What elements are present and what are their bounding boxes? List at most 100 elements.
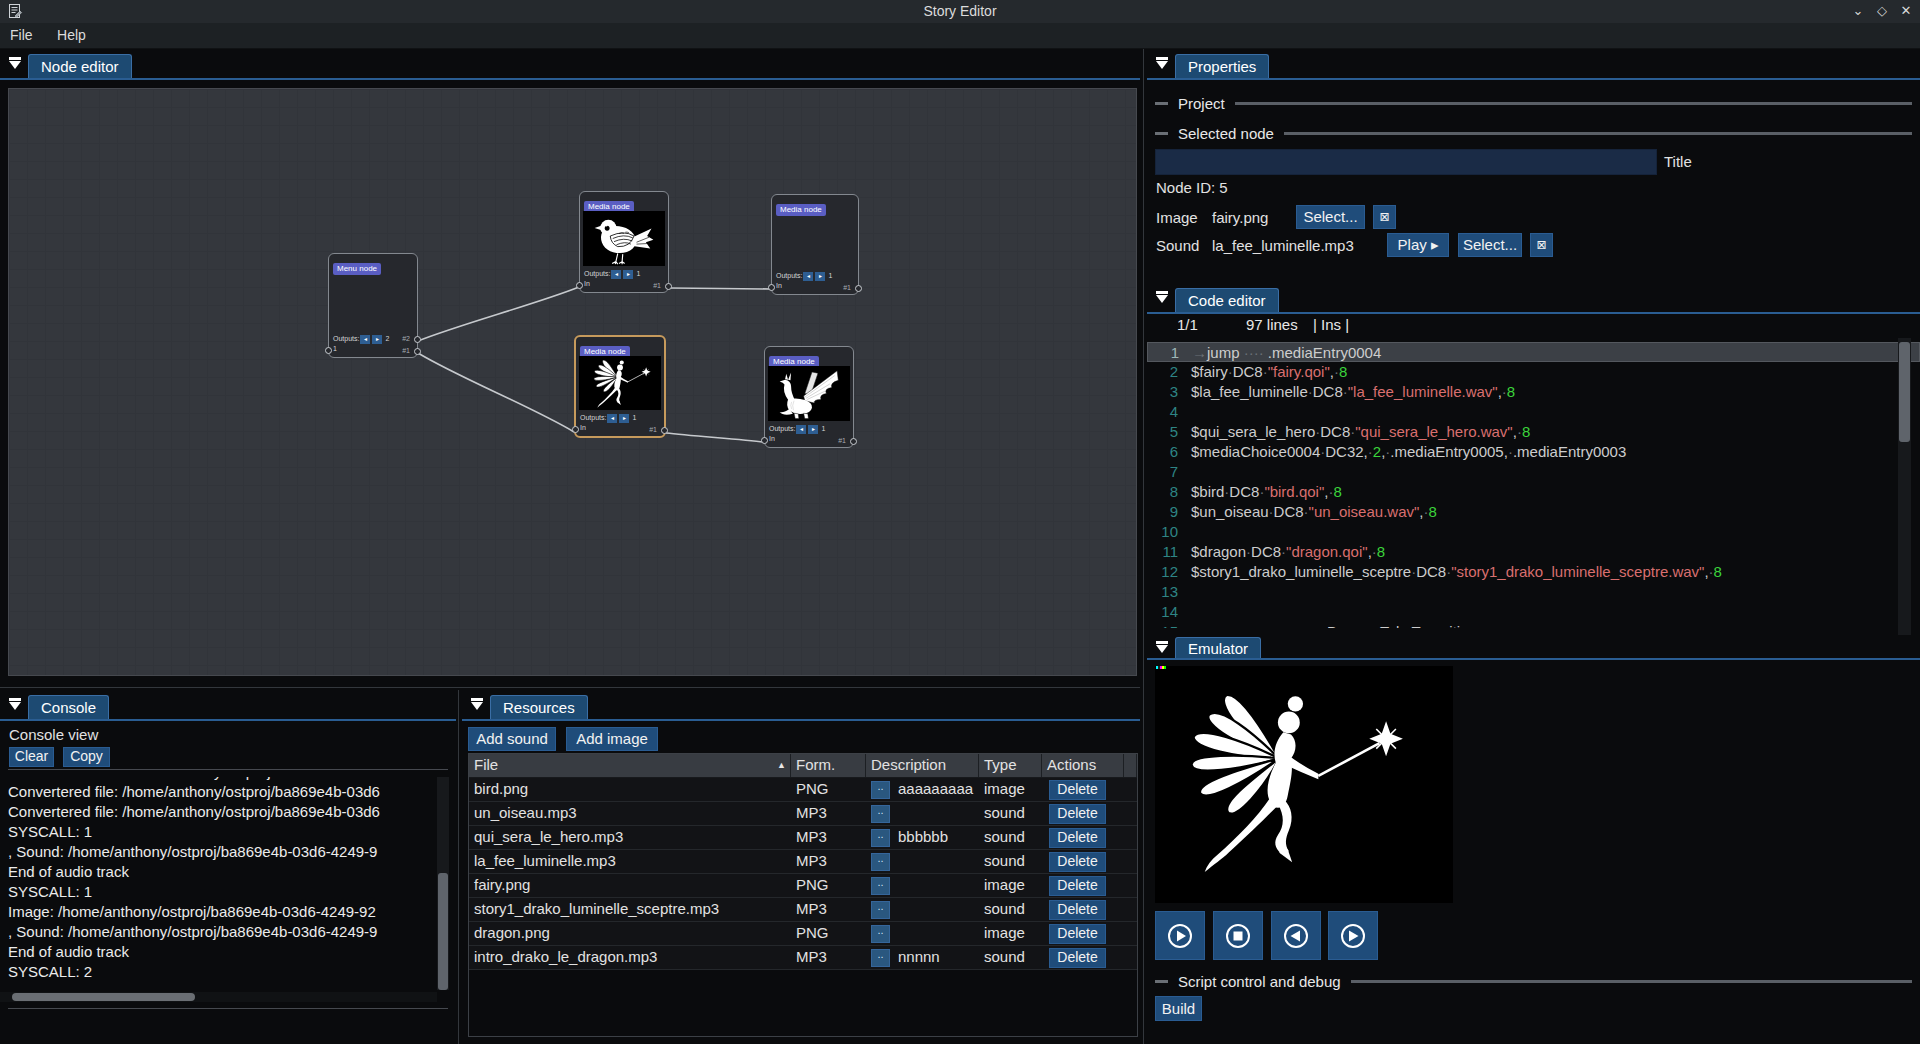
- edit-description-button[interactable]: ..: [871, 781, 890, 799]
- input-pin[interactable]: [768, 284, 775, 291]
- delete-button[interactable]: Delete: [1049, 852, 1106, 872]
- header-actions[interactable]: Actions: [1042, 754, 1124, 777]
- input-pin[interactable]: [325, 347, 332, 354]
- collapse-panel-icon[interactable]: [469, 697, 485, 713]
- media-node[interactable]: Media nodeOutputs:◂▸ 1In#1: [579, 191, 669, 293]
- edit-description-button[interactable]: ..: [871, 949, 890, 967]
- code-line[interactable]: 3$la_fee_luminelle·DC8·"la_fee_luminelle…: [1147, 382, 1920, 402]
- delete-button[interactable]: Delete: [1049, 900, 1106, 920]
- decrease-outputs-button[interactable]: ◂: [796, 425, 806, 434]
- output-pin[interactable]: [665, 283, 672, 290]
- increase-outputs-button[interactable]: ▸: [808, 425, 818, 434]
- image-select-button[interactable]: Select...: [1296, 205, 1365, 229]
- table-row[interactable]: la_fee_luminelle.mp3MP3..soundDelete: [469, 850, 1137, 874]
- copy-button[interactable]: Copy: [63, 747, 110, 767]
- step-forward-button[interactable]: [1328, 911, 1378, 960]
- code-line[interactable]: 14: [1147, 602, 1920, 622]
- tab-resources[interactable]: Resources: [490, 695, 588, 721]
- console-vscrollbar[interactable]: [437, 777, 449, 990]
- increase-outputs-button[interactable]: ▸: [623, 270, 633, 279]
- clear-button[interactable]: Clear: [9, 747, 54, 767]
- play-button[interactable]: [1155, 911, 1205, 960]
- input-pin[interactable]: [576, 282, 583, 289]
- sound-select-button[interactable]: Select...: [1458, 233, 1522, 257]
- code-line[interactable]: 1→jump ···· .mediaEntry0004: [1147, 342, 1920, 362]
- output-pin[interactable]: [414, 336, 421, 343]
- close-button[interactable]: ✕: [1896, 1, 1916, 21]
- decrease-outputs-button[interactable]: ◂: [803, 272, 813, 281]
- minimize-button[interactable]: ⌄: [1848, 1, 1868, 21]
- decrease-outputs-button[interactable]: ◂: [607, 414, 617, 423]
- collapse-panel-icon[interactable]: [7, 56, 23, 72]
- table-row[interactable]: story1_drako_luminelle_sceptre.mp3MP3..s…: [469, 898, 1137, 922]
- increase-outputs-button[interactable]: ▸: [815, 272, 825, 281]
- header-type[interactable]: Type: [979, 754, 1042, 777]
- edit-description-button[interactable]: ..: [871, 877, 890, 895]
- media-node[interactable]: Media nodeOutputs:◂▸ 1In#1: [574, 335, 666, 438]
- output-pin[interactable]: [855, 285, 862, 292]
- header-file[interactable]: File▲: [469, 754, 791, 777]
- sound-clear-button[interactable]: ⊠: [1530, 233, 1553, 257]
- table-row[interactable]: fairy.pngPNG..imageDelete: [469, 874, 1137, 898]
- increase-outputs-button[interactable]: ▸: [619, 414, 629, 423]
- code-scrollbar[interactable]: [1898, 338, 1911, 635]
- edit-description-button[interactable]: ..: [871, 853, 890, 871]
- add-sound-button[interactable]: Add sound: [468, 727, 556, 751]
- image-clear-button[interactable]: ⊠: [1373, 205, 1396, 229]
- title-input[interactable]: [1155, 149, 1657, 175]
- output-pin[interactable]: [414, 348, 421, 355]
- header-description[interactable]: Description: [866, 754, 979, 777]
- table-row[interactable]: bird.pngPNG..aaaaaaaaaimageDelete: [469, 778, 1137, 802]
- tab-code-editor[interactable]: Code editor: [1175, 288, 1279, 314]
- console-hscrollbar[interactable]: [0, 992, 437, 1002]
- code-line[interactable]: 13: [1147, 582, 1920, 602]
- table-row[interactable]: dragon.pngPNG..imageDelete: [469, 922, 1137, 946]
- tab-emulator[interactable]: Emulator: [1175, 637, 1261, 660]
- code-line[interactable]: 4: [1147, 402, 1920, 422]
- output-pin[interactable]: [850, 438, 857, 445]
- code-line[interactable]: 2$fairy·DC8·"fairy.qoi",·8: [1147, 362, 1920, 382]
- code-line[interactable]: 12$story1_drako_luminelle_sceptre·DC8·"s…: [1147, 562, 1920, 582]
- collapse-panel-icon[interactable]: [7, 697, 23, 713]
- delete-button[interactable]: Delete: [1049, 924, 1106, 944]
- code-line[interactable]: 15Dragon Tale Transition: [1147, 622, 1920, 628]
- collapse-panel-icon[interactable]: [1154, 640, 1170, 656]
- console-log[interactable]: Convertered file: /home/anthony/ostproj/…: [8, 777, 434, 990]
- delete-button[interactable]: Delete: [1049, 780, 1106, 800]
- delete-button[interactable]: Delete: [1049, 804, 1106, 824]
- collapse-panel-icon[interactable]: [1154, 56, 1170, 72]
- output-pin[interactable]: [661, 427, 668, 434]
- menu-help[interactable]: Help: [47, 23, 96, 47]
- menu-node[interactable]: Menu nodeOutputs:◂▸ 21#1#2: [328, 253, 418, 358]
- code-line[interactable]: 10: [1147, 522, 1920, 542]
- delete-button[interactable]: Delete: [1049, 948, 1106, 968]
- media-node[interactable]: Media nodeOutputs:◂▸ 1In#1: [771, 194, 859, 295]
- sound-play-button[interactable]: Play ▸: [1387, 233, 1449, 257]
- tab-node-editor[interactable]: Node editor: [28, 54, 132, 80]
- table-row[interactable]: intro_drako_le_dragon.mp3MP3..nnnnnsound…: [469, 946, 1137, 970]
- delete-button[interactable]: Delete: [1049, 828, 1106, 848]
- input-pin[interactable]: [761, 437, 768, 444]
- table-row[interactable]: qui_sera_le_hero.mp3MP3..bbbbbbsoundDele…: [469, 826, 1137, 850]
- delete-button[interactable]: Delete: [1049, 876, 1106, 896]
- edit-description-button[interactable]: ..: [871, 901, 890, 919]
- decrease-outputs-button[interactable]: ◂: [611, 270, 621, 279]
- menu-file[interactable]: File: [0, 23, 43, 47]
- code-scrollbar-thumb[interactable]: [1899, 342, 1910, 442]
- header-form[interactable]: Form.: [791, 754, 866, 777]
- code-line[interactable]: 5$qui_sera_le_hero·DC8·"qui_sera_le_hero…: [1147, 422, 1920, 442]
- collapse-panel-icon[interactable]: [1154, 290, 1170, 306]
- table-row[interactable]: un_oiseau.mp3MP3..soundDelete: [469, 802, 1137, 826]
- node-graph-canvas[interactable]: Menu nodeOutputs:◂▸ 21#1#2 Media nodeOutp…: [8, 88, 1137, 676]
- code-line[interactable]: 7: [1147, 462, 1920, 482]
- input-pin[interactable]: [572, 426, 579, 433]
- media-node[interactable]: Media nodeOutputs:◂▸ 1In#1: [764, 346, 854, 448]
- console-vscrollbar-thumb[interactable]: [438, 873, 448, 990]
- increase-outputs-button[interactable]: ▸: [372, 335, 382, 344]
- edit-description-button[interactable]: ..: [871, 829, 890, 847]
- stop-button[interactable]: [1213, 911, 1263, 960]
- tab-properties[interactable]: Properties: [1175, 54, 1269, 80]
- edit-description-button[interactable]: ..: [871, 925, 890, 943]
- code-line[interactable]: 11$dragon·DC8·"dragon.qoi",·8: [1147, 542, 1920, 562]
- maximize-button[interactable]: ◇: [1872, 1, 1892, 21]
